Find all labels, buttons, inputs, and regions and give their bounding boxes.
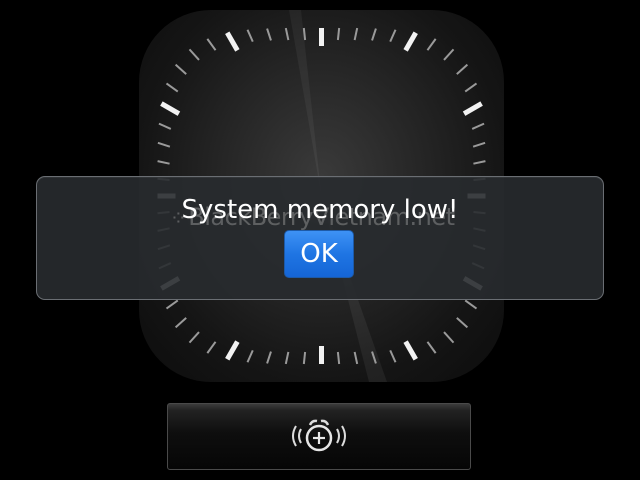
- clock-minute-tick: [165, 82, 179, 93]
- clock-minute-tick: [471, 122, 485, 130]
- clock-minute-tick: [302, 27, 307, 41]
- clock-minute-tick: [157, 141, 171, 148]
- clock-hour-tick: [403, 31, 418, 52]
- clock-minute-tick: [266, 351, 272, 364]
- clock-minute-tick: [443, 48, 455, 61]
- ok-button[interactable]: OK: [284, 230, 354, 278]
- clock-minute-tick: [246, 29, 254, 43]
- clock-minute-tick: [389, 349, 397, 363]
- clock-minute-tick: [336, 351, 341, 365]
- clock-minute-tick: [206, 38, 217, 51]
- clock-minute-tick: [174, 317, 187, 329]
- clock-minute-tick: [165, 299, 179, 310]
- clock-minute-tick: [456, 63, 469, 75]
- clock-hour-tick: [160, 101, 181, 116]
- clock-hour-tick: [225, 340, 240, 361]
- clock-minute-tick: [464, 299, 478, 310]
- clock-minute-tick: [158, 122, 172, 130]
- clock-minute-tick: [188, 331, 200, 344]
- clock-minute-tick: [284, 27, 290, 41]
- clock-minute-tick: [426, 341, 437, 354]
- clock-minute-tick: [157, 160, 170, 165]
- clock-minute-tick: [266, 28, 272, 41]
- clock-minute-tick: [472, 141, 486, 148]
- clock-minute-tick: [302, 351, 307, 365]
- clock-minute-tick: [443, 331, 455, 344]
- alarm-bar[interactable]: [167, 403, 471, 470]
- clock-hour-tick: [462, 101, 483, 116]
- clock-minute-tick: [464, 82, 478, 93]
- clock-hour-tick: [225, 31, 240, 52]
- clock-minute-tick: [284, 351, 290, 365]
- clock-hour-tick: [403, 340, 418, 361]
- clock-minute-tick: [426, 38, 437, 51]
- clock-minute-tick: [206, 341, 217, 354]
- clock-minute-tick: [353, 27, 359, 41]
- clock-minute-tick: [371, 28, 377, 41]
- alarm-add-icon[interactable]: [288, 416, 350, 456]
- clock-minute-tick: [174, 63, 187, 75]
- clock-minute-tick: [246, 349, 254, 363]
- dialog-message: System memory low!: [181, 195, 459, 225]
- clock-minute-tick: [389, 29, 397, 43]
- clock-minute-tick: [456, 317, 469, 329]
- clock-minute-tick: [473, 160, 486, 165]
- clock-minute-tick: [353, 351, 359, 365]
- clock-minute-tick: [336, 27, 341, 41]
- screen: ⁘BlackBerryVietnam.net System memory low…: [0, 0, 640, 480]
- clock-minute-tick: [188, 48, 200, 61]
